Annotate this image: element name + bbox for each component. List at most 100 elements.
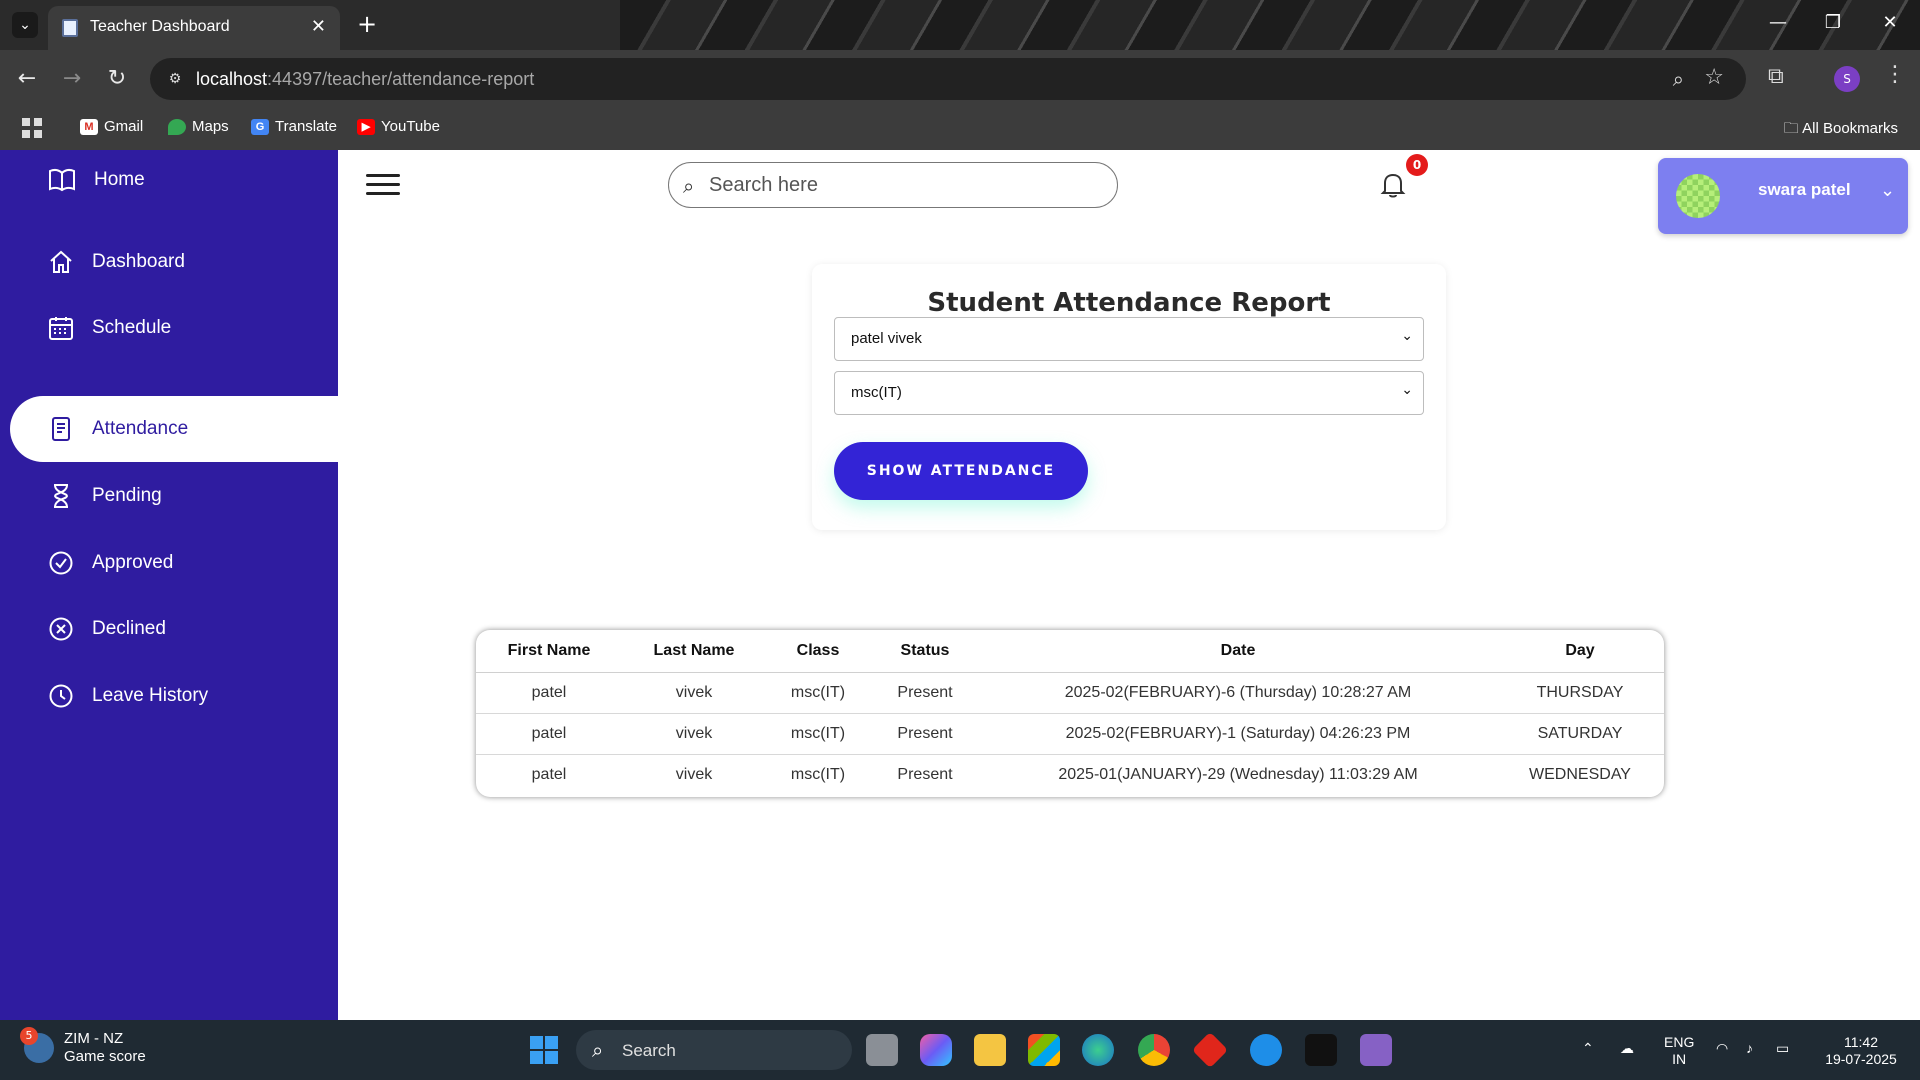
show-attendance-button[interactable]: SHOW ATTENDANCE (834, 442, 1088, 500)
search-icon: ⌕ (683, 174, 695, 198)
sidebar-item-label: Approved (92, 552, 174, 573)
page-favicon-icon (62, 19, 78, 37)
book-icon (49, 168, 75, 192)
sidebar-item-label: Dashboard (92, 251, 185, 272)
column-header: Status (870, 630, 980, 673)
table-cell: WEDNESDAY (1529, 765, 1631, 783)
table-row: patel vivek msc(IT) Present 2025-02(FEBR… (476, 672, 1664, 714)
tab-bar-background (620, 0, 1920, 50)
edge-icon[interactable] (1082, 1034, 1114, 1066)
clock-widget[interactable]: 11:42 19-07-2025 (1816, 1034, 1906, 1068)
url-bar[interactable]: ⚙ localhost:44397/teacher/attendance-rep… (150, 58, 1746, 100)
browser-menu-icon[interactable]: ⋮ (1884, 62, 1906, 87)
search-input[interactable] (709, 171, 1099, 199)
sidebar-item-pending[interactable]: Pending (10, 463, 338, 529)
table-cell: THURSDAY (1496, 672, 1664, 714)
sidebar-item-schedule[interactable]: Schedule (10, 295, 338, 361)
sidebar-item-leave-history[interactable]: Leave History (10, 663, 338, 729)
chrome-icon[interactable] (1138, 1034, 1170, 1066)
table-cell: vivek (622, 672, 766, 714)
tab-search-icon[interactable]: ⌄ (12, 12, 38, 38)
maps-icon (168, 118, 186, 135)
attendance-report-card: Student Attendance Report patel vivek ⌄ … (812, 264, 1446, 530)
sidebar-item-label: Leave History (92, 685, 209, 706)
student-select[interactable]: patel vivek ⌄ (834, 317, 1424, 361)
column-header: First Name (476, 630, 622, 673)
notification-badge: 0 (1406, 154, 1428, 176)
restore-button[interactable]: ❐ (1813, 12, 1853, 33)
search-box[interactable]: ⌕ (668, 162, 1118, 208)
news-widget[interactable]: 5 ZIM - NZ Game score (20, 1027, 146, 1066)
bookmark-youtube[interactable]: ▶ YouTube (357, 118, 440, 135)
translate-icon: G (251, 118, 269, 135)
bookmark-star-icon[interactable]: ☆ (1704, 65, 1724, 90)
table-cell: msc(IT) (790, 765, 846, 783)
apps-grid-icon[interactable] (22, 118, 42, 138)
close-window-button[interactable]: ✕ (1870, 12, 1910, 33)
table-cell: patel (476, 713, 622, 755)
column-header: Last Name (622, 630, 766, 673)
home-icon (50, 250, 72, 273)
sidebar-item-dashboard[interactable]: Dashboard (10, 229, 338, 295)
bookmark-maps[interactable]: Maps (168, 118, 229, 135)
table-cell: 2025-02(FEBRUARY)-1 (Saturday) 04:26:23 … (980, 713, 1496, 755)
taskbar: 5 ZIM - NZ Game score ⌕ Search ⌃ ☁ ENG I… (0, 1020, 1920, 1080)
file-explorer-icon[interactable] (974, 1034, 1006, 1066)
profile-avatar[interactable]: S (1834, 66, 1860, 92)
class-select[interactable]: msc(IT) ⌄ (834, 371, 1424, 415)
clock-icon (49, 684, 73, 708)
volume-icon[interactable]: ♪ (1746, 1040, 1753, 1057)
tray-overflow-icon[interactable]: ⌃ (1582, 1040, 1594, 1057)
table-cell: patel (476, 672, 622, 714)
start-button[interactable] (530, 1036, 558, 1064)
tab-title: Teacher Dashboard (90, 18, 230, 35)
table-cell: Present (897, 765, 953, 783)
help-icon[interactable] (1250, 1034, 1282, 1066)
sidebar-item-declined[interactable]: Declined (10, 596, 338, 662)
language-indicator[interactable]: ENG IN (1664, 1034, 1694, 1068)
wifi-icon[interactable]: ◠ (1716, 1040, 1728, 1057)
all-bookmarks[interactable]: 🗀 All Bookmarks (1784, 118, 1898, 143)
avatar (1676, 174, 1720, 218)
bookmark-translate[interactable]: G Translate (251, 118, 337, 135)
user-menu[interactable]: swara patel ⌄ (1658, 158, 1908, 234)
onedrive-icon[interactable]: ☁ (1620, 1040, 1634, 1057)
url-text[interactable]: localhost:44397/teacher/attendance-repor… (196, 69, 534, 90)
tab-close-icon[interactable]: ✕ (311, 16, 326, 37)
extensions-icon[interactable]: ⧉ (1768, 64, 1784, 89)
bookmarks-bar: M Gmail Maps G Translate ▶ YouTube 🗀 All… (0, 108, 1920, 150)
sidebar-item-label: Schedule (92, 317, 172, 338)
sidebar-item-label: Attendance (92, 418, 189, 439)
reload-button[interactable]: ↻ (102, 64, 132, 94)
bell-icon[interactable] (1378, 170, 1408, 200)
new-tab-button[interactable]: + (352, 10, 382, 40)
menu-toggle-icon[interactable] (366, 174, 400, 196)
forward-button[interactable]: → (57, 64, 87, 94)
sidebar-home[interactable]: Home (48, 168, 145, 192)
browser-tab[interactable]: Teacher Dashboard ✕ (48, 6, 340, 50)
store-icon[interactable] (1028, 1034, 1060, 1066)
bookmark-gmail[interactable]: M Gmail (80, 118, 143, 135)
table-cell: vivek (622, 713, 766, 755)
copilot-icon[interactable] (920, 1034, 952, 1066)
calendar-icon (49, 317, 73, 340)
zoom-icon[interactable]: ⌕ (1673, 67, 1684, 91)
site-info-icon[interactable]: ⚙ (164, 68, 186, 90)
sidebar-item-approved[interactable]: Approved (10, 530, 338, 596)
taskbar-search[interactable]: ⌕ Search (576, 1030, 852, 1070)
sidebar-item-attendance[interactable]: Attendance (10, 396, 338, 462)
sidebar: Home Dashboard Schedule Attendance Pendi… (0, 150, 338, 1020)
column-header: Class (766, 630, 870, 673)
sports-icon: 5 (20, 1027, 54, 1063)
table-header-row: First Name Last Name Class Status Date D… (476, 630, 1664, 673)
app-icon[interactable] (1305, 1034, 1337, 1066)
search-icon: ⌕ (592, 1038, 604, 1062)
minimize-button[interactable]: — (1758, 12, 1798, 33)
task-view-icon[interactable] (866, 1034, 898, 1066)
battery-icon[interactable]: ▭ (1776, 1040, 1789, 1057)
git-icon[interactable] (1191, 1031, 1229, 1069)
chevron-down-icon[interactable]: ⌄ (1880, 180, 1895, 201)
visual-studio-icon[interactable] (1360, 1034, 1392, 1066)
back-button[interactable]: ← (12, 64, 42, 94)
table-row: patel vivek msc(IT) Present 2025-02(FEBR… (476, 713, 1664, 755)
